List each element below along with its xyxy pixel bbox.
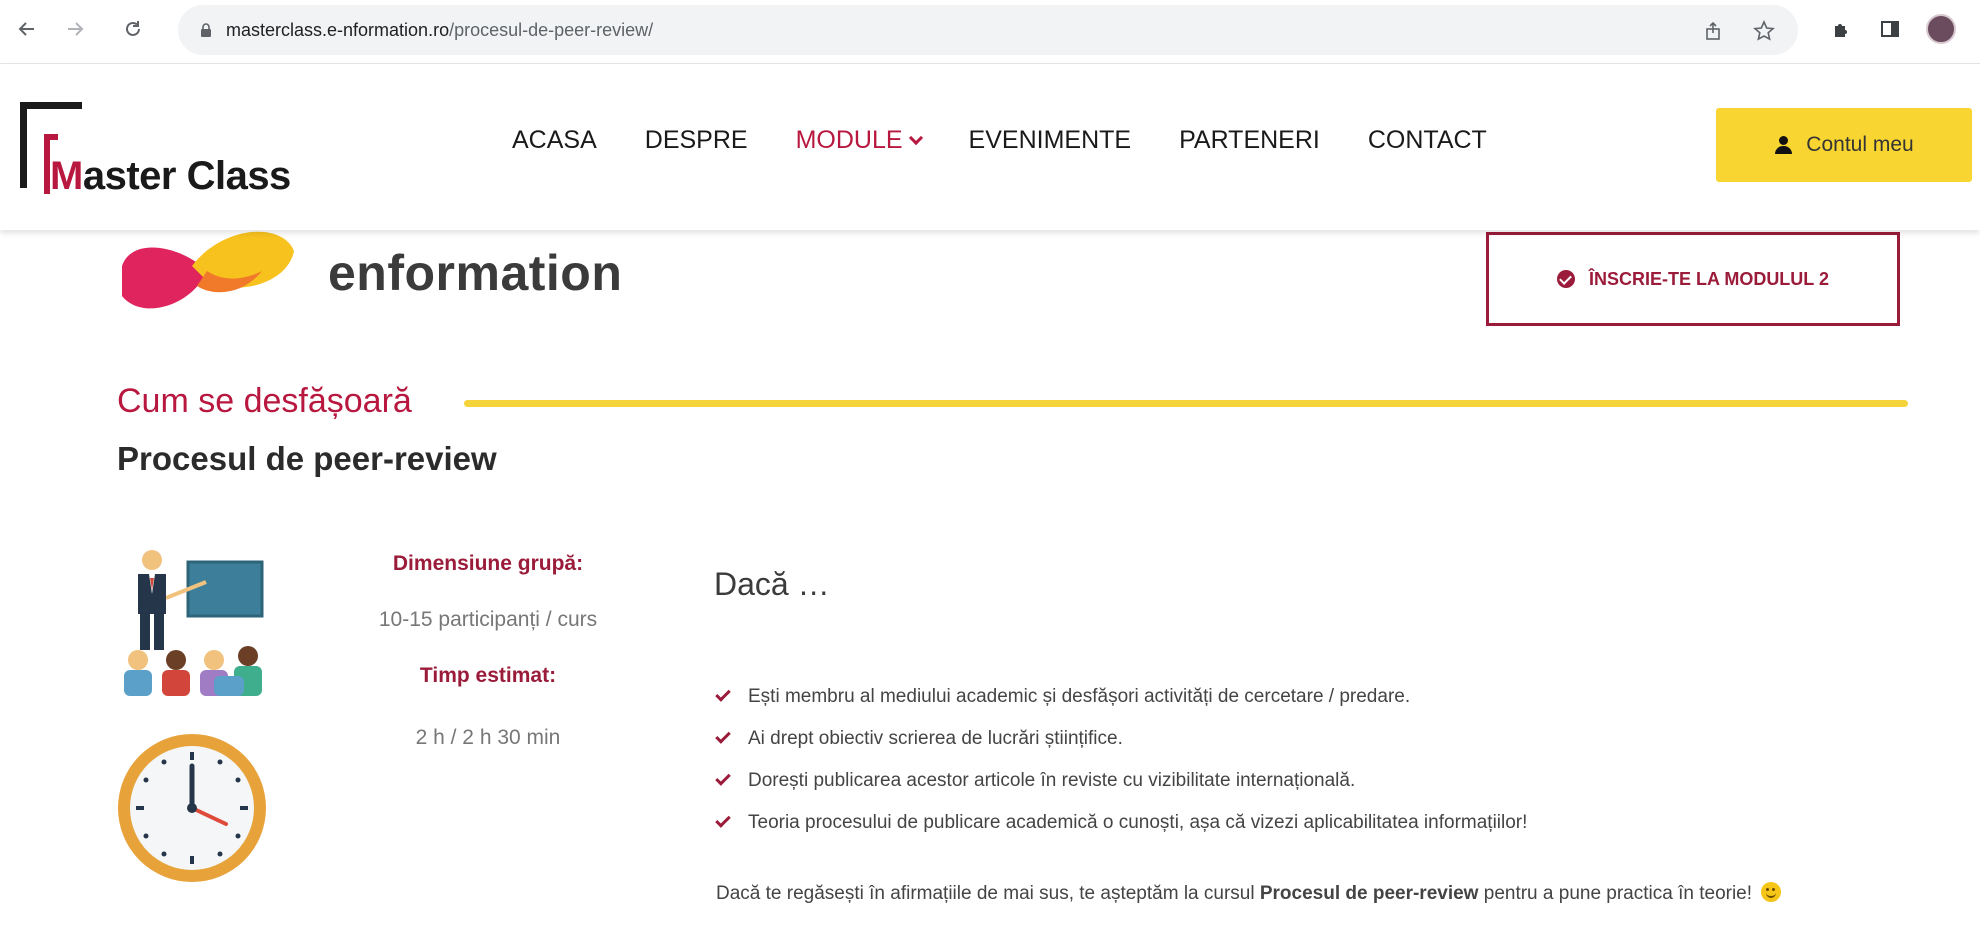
main-nav: ACASA DESPRE MODULE EVENIMENTE PARTENERI… bbox=[512, 126, 1487, 155]
account-button[interactable]: Contul meu bbox=[1716, 108, 1972, 182]
back-arrow-icon[interactable] bbox=[12, 14, 42, 44]
group-size-value: 10-15 participanți / curs bbox=[378, 608, 598, 631]
star-icon[interactable] bbox=[1752, 19, 1776, 43]
enformation-logo-icon bbox=[122, 231, 294, 309]
site-header: Master Class ACASA DESPRE MODULE EVENIME… bbox=[0, 64, 1980, 230]
enroll-button-label: ÎNSCRIE-TE LA MODULUL 2 bbox=[1588, 268, 1829, 289]
content-heading: Dacă … bbox=[714, 566, 830, 602]
nav-item-despre[interactable]: DESPRE bbox=[645, 126, 748, 155]
chevron-down-icon bbox=[908, 130, 923, 145]
list-item: Dorești publicarea acestor articole în r… bbox=[714, 760, 1527, 802]
nav-item-contact[interactable]: CONTACT bbox=[1368, 126, 1487, 155]
checkmark-icon bbox=[715, 770, 731, 786]
section-divider bbox=[464, 400, 1908, 407]
address-bar[interactable]: masterclass.e-nformation.ro/procesul-de-… bbox=[178, 5, 1798, 55]
browser-toolbar: masterclass.e-nformation.ro/procesul-de-… bbox=[0, 0, 1980, 64]
list-item: Ai drept obiectiv scrierea de lucrări șt… bbox=[714, 718, 1527, 760]
brand-text: enformation bbox=[328, 245, 623, 301]
check-circle-icon bbox=[1556, 270, 1575, 288]
url-path: /procesul-de-peer-review/ bbox=[449, 20, 654, 40]
page-title: Procesul de peer-review bbox=[117, 440, 497, 477]
url-text[interactable]: masterclass.e-nformation.ro/procesul-de-… bbox=[226, 20, 653, 41]
nav-item-evenimente[interactable]: EVENIMENTE bbox=[969, 126, 1132, 155]
puzzle-extension-icon[interactable] bbox=[1830, 17, 1854, 41]
closing-paragraph: Dacă te regăsești în afirmațiile de mai … bbox=[716, 872, 1980, 916]
list-item: Teoria procesului de publicare academică… bbox=[714, 802, 1527, 844]
forward-arrow-icon[interactable] bbox=[60, 14, 90, 44]
profile-avatar-icon[interactable] bbox=[1926, 14, 1956, 44]
reload-icon[interactable] bbox=[118, 14, 148, 44]
lock-icon[interactable] bbox=[200, 23, 212, 37]
clock-icon bbox=[118, 734, 266, 882]
enroll-button[interactable]: ÎNSCRIE-TE LA MODULUL 2 bbox=[1486, 232, 1900, 326]
url-domain: masterclass.e-nformation.ro bbox=[226, 20, 450, 40]
nav-item-module[interactable]: MODULE bbox=[795, 126, 923, 155]
course-name: Procesul de peer-review bbox=[1259, 883, 1479, 904]
course-meta: Dimensiune grupă: 10-15 participanți / c… bbox=[340, 548, 636, 750]
checkmark-icon bbox=[715, 686, 731, 702]
account-button-label: Contul meu bbox=[1806, 133, 1914, 156]
side-panel-icon[interactable] bbox=[1878, 17, 1902, 41]
nav-item-parteneri[interactable]: PARTENERI bbox=[1179, 126, 1320, 155]
nav-item-acasa[interactable]: ACASA bbox=[512, 126, 597, 155]
checkmark-icon bbox=[715, 728, 731, 744]
estimated-time-value: 2 h / 2 h 30 min bbox=[415, 726, 561, 749]
logo-text: Master Class bbox=[50, 154, 291, 198]
nav-item-module-label: MODULE bbox=[795, 126, 903, 154]
teacher-classroom-icon bbox=[124, 550, 264, 696]
list-item: Ești membru al mediului academic și desf… bbox=[714, 676, 1527, 718]
section-subtitle: Cum se desfășoară bbox=[117, 382, 412, 420]
masterclass-logo[interactable]: Master Class bbox=[20, 102, 330, 212]
requirements-list: Ești membru al mediului academic și desf… bbox=[714, 676, 1527, 844]
share-icon[interactable] bbox=[1702, 19, 1726, 43]
estimated-time-label: Timp estimat: bbox=[419, 664, 557, 687]
user-icon bbox=[1774, 136, 1793, 154]
checkmark-icon bbox=[715, 812, 731, 828]
group-size-label: Dimensiune grupă: bbox=[392, 552, 584, 575]
smiley-icon bbox=[1761, 882, 1782, 902]
